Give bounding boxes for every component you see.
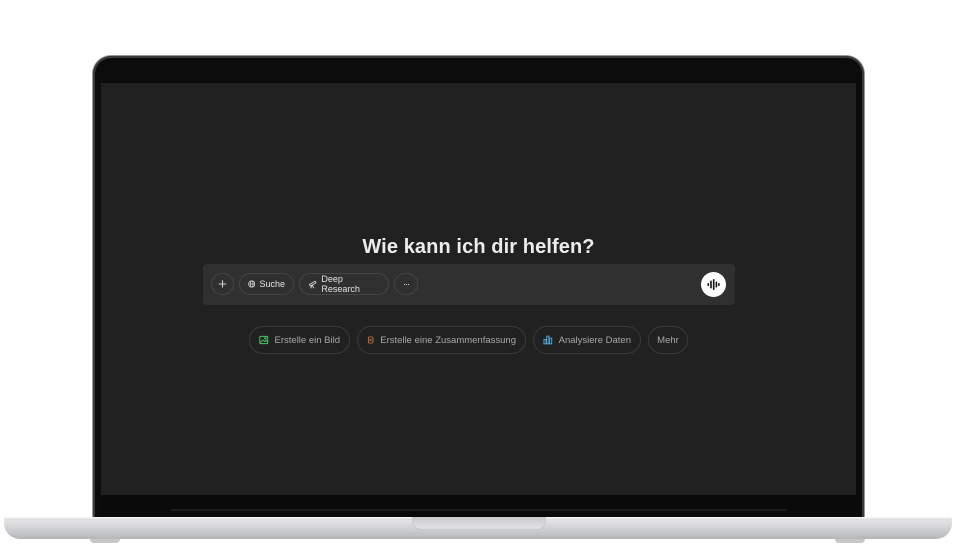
deep-research-label: Deep Research (321, 274, 360, 294)
suggestion-label: Mehr (657, 334, 679, 346)
suggestion-create-image[interactable]: Erstelle ein Bild (249, 326, 350, 354)
suggestion-label: Erstelle eine Zusammenfassung (380, 334, 516, 346)
suggestion-label: Erstelle ein Bild (274, 334, 340, 346)
page-heading: Wie kann ich dir helfen? (362, 236, 595, 258)
document-icon (367, 336, 374, 344)
add-attachment-button[interactable]: + (211, 273, 234, 295)
telescope-icon (308, 280, 317, 289)
suggestion-analyze-data[interactable]: Analysiere Daten (533, 326, 641, 354)
suggestion-more[interactable]: Mehr (648, 326, 688, 354)
chart-icon (543, 335, 553, 345)
plus-icon: + (218, 275, 227, 293)
prompt-composer[interactable]: + Suche Deep Research ··· (203, 264, 735, 305)
suggestion-label: Analysiere Daten (558, 334, 631, 346)
suggestion-chips: Erstelle ein Bild Erstelle eine Zusammen… (101, 326, 856, 354)
search-button[interactable]: Suche (239, 273, 294, 295)
suggestion-summarize[interactable]: Erstelle eine Zusammenfassung (357, 326, 526, 354)
laptop-foot-left (90, 539, 120, 543)
image-icon (259, 335, 269, 345)
deep-research-button[interactable]: Deep Research (299, 273, 389, 295)
laptop-opening-notch (412, 517, 546, 530)
voice-mode-button[interactable] (701, 272, 726, 297)
more-tools-button[interactable]: ··· (394, 273, 418, 295)
voice-waveform-icon (707, 279, 720, 290)
more-dots-icon: ··· (403, 279, 410, 289)
search-button-label: Suche (259, 279, 285, 289)
laptop-bezel-bottom (101, 495, 856, 517)
globe-icon (248, 280, 256, 288)
app-screen: Wie kann ich dir helfen? + Suche Deep Re… (101, 83, 856, 495)
laptop-foot-right (835, 539, 865, 543)
